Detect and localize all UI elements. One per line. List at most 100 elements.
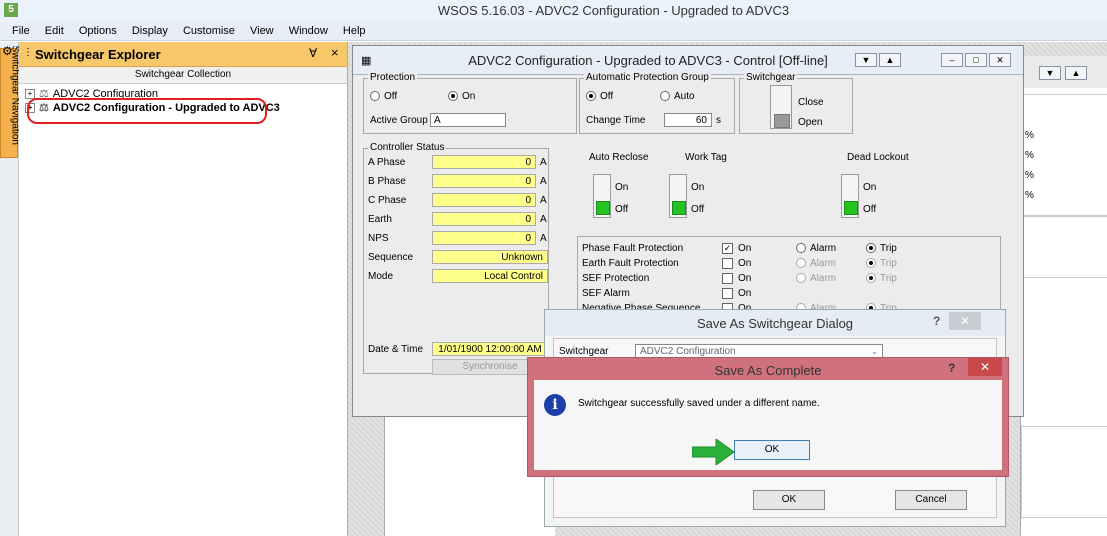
sequence-label: Sequence xyxy=(368,252,414,263)
explorer-title: Switchgear Explorer xyxy=(35,47,161,62)
close-icon[interactable]: × xyxy=(331,45,339,60)
sef-protection-label: SEF Protection xyxy=(582,273,650,284)
work-tag-on: On xyxy=(691,182,705,193)
save-as-dialog-title-bar: Save As Switchgear Dialog ? ✕ xyxy=(545,310,1005,336)
work-tag-indicator xyxy=(672,201,686,215)
help-button[interactable]: ? xyxy=(948,361,955,375)
earth-fault-alarm-radio[interactable]: Alarm xyxy=(796,258,836,269)
maximize-button[interactable]: □ xyxy=(965,53,987,67)
checkbox-icon xyxy=(722,258,733,269)
earth-fault-trip-radio[interactable]: Trip xyxy=(866,258,897,269)
highlight-annotation xyxy=(27,98,267,124)
menu-edit[interactable]: Edit xyxy=(39,22,70,40)
sef-alarm-label: SEF Alarm xyxy=(582,288,630,299)
protection-off-radio[interactable]: Off xyxy=(370,91,397,102)
active-group-label: Active Group xyxy=(370,115,428,126)
help-button[interactable]: ? xyxy=(933,314,940,328)
a-phase-value: 0 xyxy=(432,155,536,169)
radio-icon xyxy=(866,243,876,254)
radio-icon xyxy=(866,258,876,269)
percent-label: % xyxy=(1025,170,1034,181)
pin-icon[interactable]: ∀ xyxy=(309,46,317,60)
mode-label: Mode xyxy=(368,271,394,282)
unit-label: A xyxy=(540,176,547,187)
earth-fault-label: Earth Fault Protection xyxy=(582,258,679,269)
auto-reclose-toggle[interactable] xyxy=(593,174,611,218)
close-label: Close xyxy=(798,97,824,108)
switchgear-label: Switchgear xyxy=(559,346,609,357)
a-phase-label: A Phase xyxy=(368,157,406,168)
protection-group: Protection Off On Active Group A xyxy=(363,72,577,134)
apg-off-radio[interactable]: Off xyxy=(586,91,613,102)
app-title-bar: 5 WSOS 5.16.03 - ADVC2 Configuration - U… xyxy=(0,0,1107,23)
menu-window[interactable]: Window xyxy=(283,22,334,40)
change-time-field[interactable]: 60 xyxy=(664,113,712,127)
apg-auto-radio[interactable]: Auto xyxy=(660,91,695,102)
switchgear-collection-header[interactable]: Switchgear Collection xyxy=(19,67,347,84)
close-button[interactable]: ✕ xyxy=(968,358,1002,376)
close-button[interactable]: ✕ xyxy=(949,312,981,330)
work-tag-off: Off xyxy=(691,204,705,215)
complete-ok-button[interactable]: OK xyxy=(734,440,810,460)
b-phase-label: B Phase xyxy=(368,176,406,187)
work-tag-label: Work Tag xyxy=(685,152,727,163)
save-as-cancel-button[interactable]: Cancel xyxy=(895,490,967,510)
menu-file[interactable]: File xyxy=(6,22,36,40)
work-tag-toggle[interactable] xyxy=(669,174,687,218)
radio-icon xyxy=(660,91,670,102)
expand-button[interactable]: ▲ xyxy=(879,53,901,67)
sef-protection-on-checkbox[interactable]: On xyxy=(722,273,751,284)
phase-fault-alarm-radio[interactable]: Alarm xyxy=(796,243,836,254)
dead-lockout-indicator xyxy=(844,201,858,215)
protection-on-radio[interactable]: On xyxy=(448,91,475,102)
menu-options[interactable]: Options xyxy=(73,22,123,40)
phase-fault-on-checkbox[interactable]: ✓ On xyxy=(722,243,751,254)
menu-display[interactable]: Display xyxy=(126,22,174,40)
menu-view[interactable]: View xyxy=(244,22,280,40)
change-time-unit: s xyxy=(716,115,721,126)
minimize-button[interactable]: – xyxy=(941,53,963,67)
sequence-value: Unknown xyxy=(432,250,548,264)
unit-label: A xyxy=(540,157,547,168)
dropdown-button[interactable]: ▼ xyxy=(855,53,877,67)
sef-protection-alarm-radio[interactable]: Alarm xyxy=(796,273,836,284)
sef-protection-trip-radio[interactable]: Trip xyxy=(866,273,897,284)
save-as-ok-button[interactable]: OK xyxy=(753,490,825,510)
switchgear-explorer-panel: ⋮ Switchgear Explorer ∀ × Switchgear Col… xyxy=(19,42,348,536)
percent-label: % xyxy=(1025,130,1034,141)
open-label: Open xyxy=(798,117,823,128)
explorer-header: ⋮ Switchgear Explorer ∀ × xyxy=(19,42,347,67)
active-group-field[interactable]: A xyxy=(430,113,506,127)
close-button[interactable]: ✕ xyxy=(989,53,1011,67)
change-time-label: Change Time xyxy=(586,115,646,126)
switchgear-toggle[interactable] xyxy=(770,85,792,129)
radio-icon xyxy=(370,91,380,102)
menu-customise[interactable]: Customise xyxy=(177,22,241,40)
save-as-complete-body: i Switchgear successfully saved under a … xyxy=(534,380,1002,470)
save-as-complete-title: Save As Complete xyxy=(714,363,822,378)
auto-reclose-label: Auto Reclose xyxy=(589,152,649,163)
c-phase-label: C Phase xyxy=(368,195,407,206)
dropdown-button[interactable]: ▼ xyxy=(1039,66,1061,80)
dead-lockout-toggle[interactable] xyxy=(841,174,859,218)
expand-button[interactable]: ▲ xyxy=(1065,66,1087,80)
phase-fault-trip-radio[interactable]: Trip xyxy=(866,243,897,254)
info-icon: i xyxy=(544,394,566,416)
switchgear-indicator xyxy=(774,114,790,128)
nps-label: NPS xyxy=(368,233,389,244)
earth-value: 0 xyxy=(432,212,536,226)
earth-fault-on-checkbox[interactable]: On xyxy=(722,258,751,269)
controller-status-label: Controller Status xyxy=(368,142,447,153)
switchgear-group: Switchgear Close Open xyxy=(739,72,853,134)
switchgear-name-dropdown[interactable]: ADVC2 Configuration ⌄ xyxy=(635,344,883,358)
background-window-right: ▼ ▲ % % % % xyxy=(1020,56,1107,536)
pointer-arrow-annotation xyxy=(692,439,735,465)
earth-label: Earth xyxy=(368,214,392,225)
sef-alarm-on-checkbox[interactable]: On xyxy=(722,288,751,299)
menu-help[interactable]: Help xyxy=(337,22,372,40)
auto-reclose-off: Off xyxy=(615,204,629,215)
dead-lockout-label: Dead Lockout xyxy=(847,152,909,163)
unit-label: A xyxy=(540,195,547,206)
radio-icon xyxy=(448,91,458,102)
radio-icon xyxy=(796,273,806,284)
